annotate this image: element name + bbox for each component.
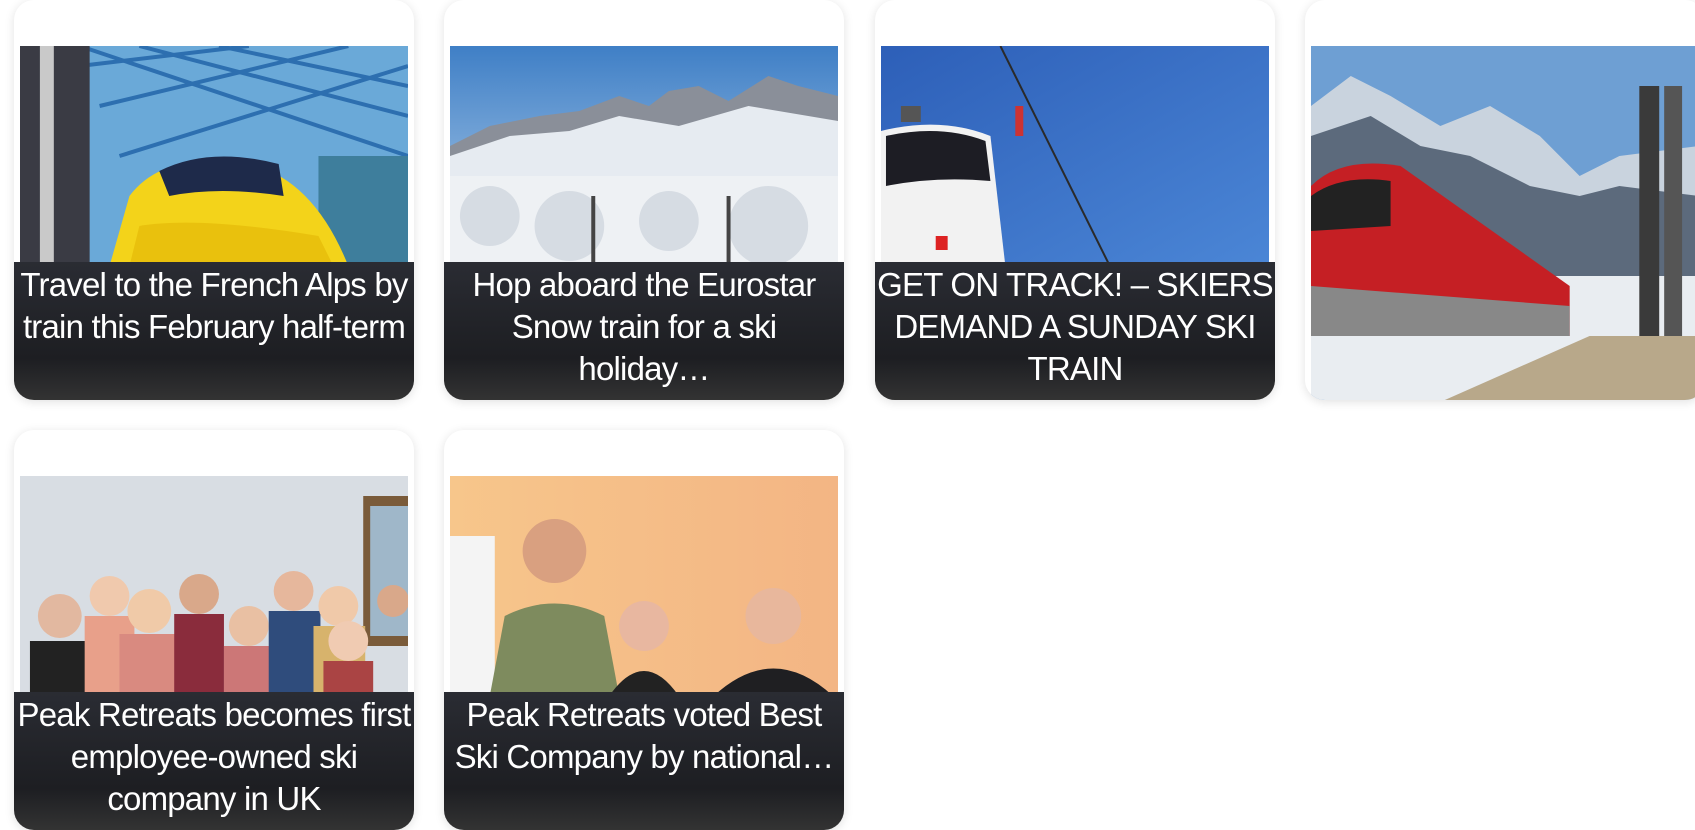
red-train-alps-skis-photo [1311, 46, 1695, 400]
snowy-mountains-photo [450, 46, 838, 266]
news-card-title: Peak Retreats voted Best Ski Company by … [444, 692, 844, 830]
news-card-eurostar-snow[interactable]: Hop aboard the Eurostar Snow train for a… [444, 0, 844, 400]
news-card-title: Hop aboard the Eurostar Snow train for a… [444, 262, 844, 400]
news-card-title: Travel to the French Alps by train this … [14, 262, 414, 400]
eurostar-train-station-photo [20, 46, 408, 266]
news-card-title: Peak Retreats becomes first employee-own… [14, 692, 414, 830]
award-team-photo [450, 476, 838, 696]
news-card-employee-owned[interactable]: Peak Retreats becomes first employee-own… [14, 430, 414, 830]
news-card-french-alps[interactable]: Travel to the French Alps by train this … [14, 0, 414, 400]
staff-group-photo [20, 476, 408, 696]
cable-car-gondola-photo [881, 46, 1269, 266]
news-card-train-alps[interactable] [1305, 0, 1695, 400]
news-card-best-ski-company[interactable]: Peak Retreats voted Best Ski Company by … [444, 430, 844, 830]
news-card-title: GET ON TRACK! – SKIERS DEMAND A SUNDAY S… [875, 262, 1275, 400]
news-card-sunday-ski-train[interactable]: GET ON TRACK! – SKIERS DEMAND A SUNDAY S… [875, 0, 1275, 400]
